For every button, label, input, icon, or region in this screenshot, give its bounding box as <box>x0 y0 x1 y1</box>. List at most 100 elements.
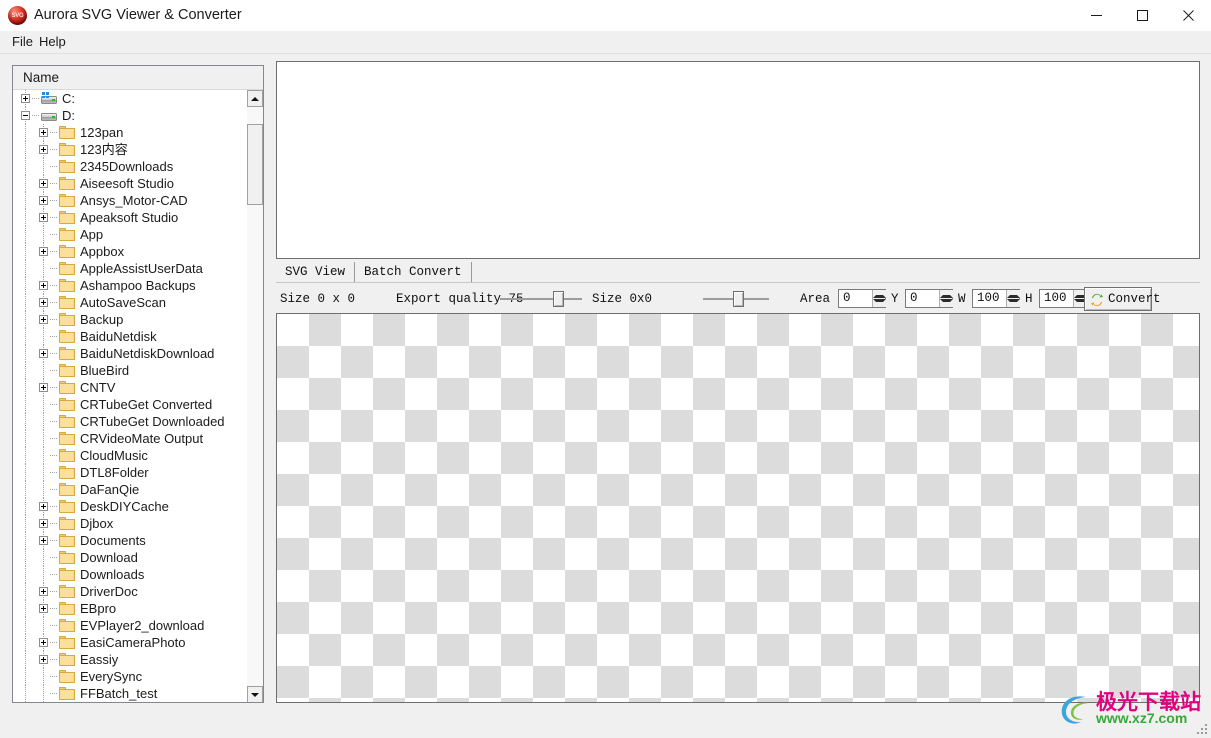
svg-render-canvas[interactable] <box>276 313 1200 703</box>
tree-folder-row[interactable]: Downloads <box>13 566 249 583</box>
tab-svg-view[interactable]: SVG View <box>276 262 356 282</box>
area-y-step-down-icon[interactable] <box>940 299 953 307</box>
quality-slider-thumb[interactable] <box>553 291 564 307</box>
area-w-value: 100 <box>977 291 1000 305</box>
tree-connector-line <box>43 396 44 413</box>
tree-folder-row[interactable]: CRTubeGet Converted <box>13 396 249 413</box>
area-w-input[interactable]: 100 <box>972 289 1020 308</box>
tree-folder-row[interactable]: CRVideoMate Output <box>13 430 249 447</box>
convert-button[interactable]: Convert <box>1084 287 1161 311</box>
tree-expand-icon[interactable] <box>39 638 48 647</box>
folder-icon <box>59 262 76 275</box>
tree-folder-row[interactable]: BlueBird <box>13 362 249 379</box>
tree-folder-row[interactable]: EverySync <box>13 668 249 685</box>
tree-folder-row[interactable]: Documents <box>13 532 249 549</box>
tree-folder-row[interactable]: Appbox <box>13 243 249 260</box>
tree-expand-icon[interactable] <box>39 145 48 154</box>
tree-drive-row[interactable]: C: <box>13 90 249 107</box>
tree-expand-icon[interactable] <box>39 536 48 545</box>
tree-folder-row[interactable]: Backup <box>13 311 249 328</box>
tree-scrollbar-thumb[interactable] <box>247 124 263 206</box>
tree-folder-row[interactable]: Download <box>13 549 249 566</box>
area-x-step-up-icon[interactable] <box>873 289 886 298</box>
tree-folder-row[interactable]: Aiseesoft Studio <box>13 175 249 192</box>
tree-folder-row[interactable]: CRTubeGet Downloaded <box>13 413 249 430</box>
tab-batch-convert[interactable]: Batch Convert <box>355 262 472 282</box>
tree-node-label: DTL8Folder <box>80 465 149 480</box>
tree-folder-row[interactable]: DeskDIYCache <box>13 498 249 515</box>
minimize-icon[interactable] <box>1073 0 1119 31</box>
maximize-icon[interactable] <box>1119 0 1165 31</box>
tree-expand-icon[interactable] <box>39 315 48 324</box>
tree-collapse-icon[interactable] <box>21 111 30 120</box>
tree-connector-dots <box>50 489 57 490</box>
area-x-input[interactable]: 0 <box>838 289 886 308</box>
tree-folder-row[interactable]: BaiduNetdiskDownload <box>13 345 249 362</box>
area-y-stepper[interactable] <box>939 289 953 307</box>
tree-folder-row[interactable]: EBpro <box>13 600 249 617</box>
tree-folder-row[interactable]: Eassiy <box>13 651 249 668</box>
tree-expand-icon[interactable] <box>39 179 48 188</box>
tree-expand-icon[interactable] <box>39 655 48 664</box>
folder-tree-list[interactable]: C: D: 123pan 123内容 2345Downloads Aiseesoft St… <box>13 90 249 702</box>
tree-expand-icon[interactable] <box>39 349 48 358</box>
tree-folder-row[interactable]: CNTV <box>13 379 249 396</box>
tree-expand-icon[interactable] <box>39 502 48 511</box>
tree-expand-icon[interactable] <box>39 247 48 256</box>
area-w-step-up-icon[interactable] <box>1007 289 1020 298</box>
svg-source-preview[interactable] <box>276 61 1200 259</box>
tree-folder-row[interactable]: FFBatch_test <box>13 685 249 702</box>
tree-folder-row[interactable]: DTL8Folder <box>13 464 249 481</box>
tree-expand-icon[interactable] <box>39 213 48 222</box>
tree-node-label: CNTV <box>80 380 116 395</box>
tree-node-label: EBpro <box>80 601 117 616</box>
tree-folder-row[interactable]: DriverDoc <box>13 583 249 600</box>
close-icon[interactable] <box>1165 0 1211 31</box>
tree-expand-icon[interactable] <box>39 281 48 290</box>
output-scale-slider[interactable] <box>703 291 769 307</box>
area-h-input[interactable]: 100 <box>1039 289 1087 308</box>
tree-folder-row[interactable]: Ansys_Motor-CAD <box>13 192 249 209</box>
tree-drive-row[interactable]: D: <box>13 107 249 124</box>
tree-scrollbar[interactable] <box>247 90 263 702</box>
tree-column-header[interactable]: Name <box>13 66 263 90</box>
tree-folder-row[interactable]: CloudMusic <box>13 447 249 464</box>
tree-folder-row[interactable]: BaiduNetdisk <box>13 328 249 345</box>
tree-folder-row[interactable]: Djbox <box>13 515 249 532</box>
tree-expand-icon[interactable] <box>39 383 48 392</box>
area-w-stepper[interactable] <box>1006 289 1020 307</box>
export-quality-slider[interactable] <box>500 291 582 307</box>
tree-folder-row[interactable]: Apeaksoft Studio <box>13 209 249 226</box>
area-x-stepper[interactable] <box>872 289 886 307</box>
tree-folder-row[interactable]: 123内容 <box>13 141 249 158</box>
area-x-step-down-icon[interactable] <box>873 299 886 307</box>
tree-folder-row[interactable]: 2345Downloads <box>13 158 249 175</box>
tree-expand-icon[interactable] <box>39 196 48 205</box>
tree-expand-icon[interactable] <box>39 128 48 137</box>
tree-node-label: CRVideoMate Output <box>80 431 204 446</box>
tree-folder-row[interactable]: AutoSaveScan <box>13 294 249 311</box>
tree-folder-row[interactable]: Ashampoo Backups <box>13 277 249 294</box>
scroll-down-icon[interactable] <box>247 686 263 702</box>
tree-expand-icon[interactable] <box>39 604 48 613</box>
scale-slider-thumb[interactable] <box>733 291 744 307</box>
area-w-step-down-icon[interactable] <box>1007 299 1020 307</box>
tree-folder-row[interactable]: AppleAssistUserData <box>13 260 249 277</box>
tree-folder-row[interactable]: EVPlayer2_download <box>13 617 249 634</box>
tree-expand-icon[interactable] <box>21 94 30 103</box>
area-x-value: 0 <box>843 291 851 305</box>
tree-expand-icon[interactable] <box>39 519 48 528</box>
tree-folder-row[interactable]: EasiCameraPhoto <box>13 634 249 651</box>
scroll-up-icon[interactable] <box>247 90 263 107</box>
tree-node-label: DaFanQie <box>80 482 140 497</box>
tree-expand-icon[interactable] <box>39 587 48 596</box>
folder-icon <box>59 466 76 479</box>
area-y-input[interactable]: 0 <box>905 289 953 308</box>
tree-folder-row[interactable]: 123pan <box>13 124 249 141</box>
tree-expand-icon[interactable] <box>39 298 48 307</box>
tree-folder-row[interactable]: App <box>13 226 249 243</box>
tree-folder-row[interactable]: DaFanQie <box>13 481 249 498</box>
area-y-step-up-icon[interactable] <box>940 289 953 298</box>
window-resize-grip[interactable] <box>1195 722 1209 736</box>
menu-item-help[interactable]: Help <box>32 31 73 53</box>
